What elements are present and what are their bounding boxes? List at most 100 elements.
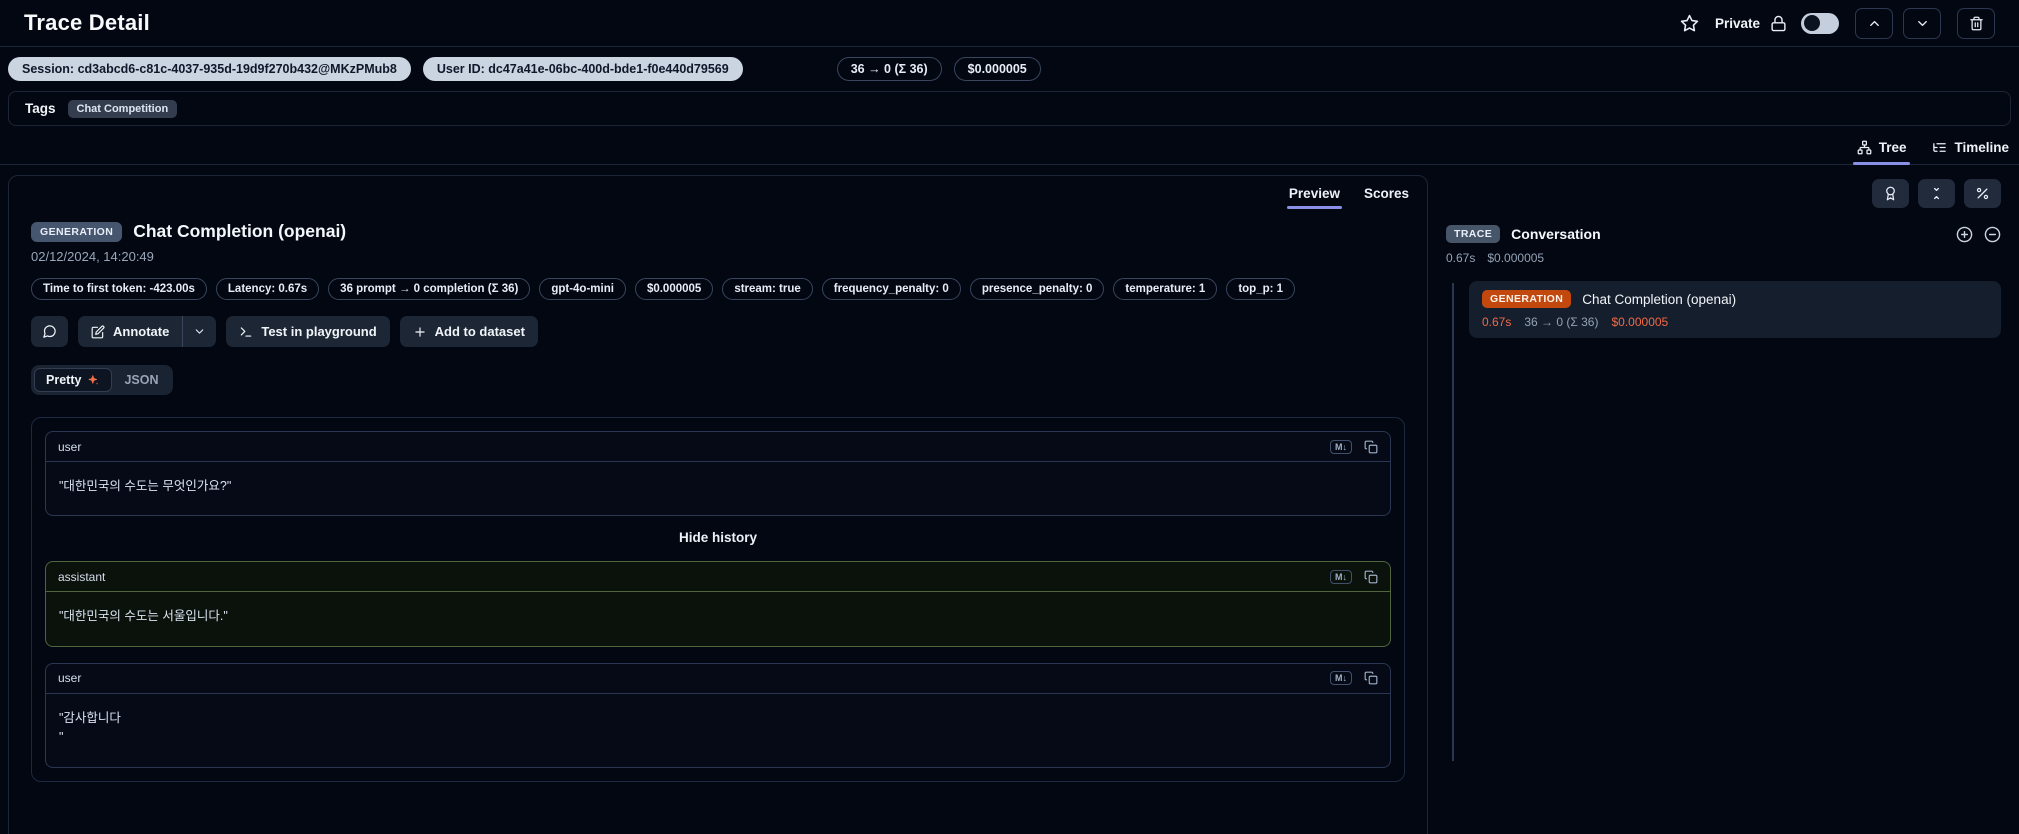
tab-preview[interactable]: Preview <box>1286 186 1343 209</box>
message-header: user M↓ <box>46 664 1390 694</box>
format-pretty-button[interactable]: Pretty <box>34 368 113 392</box>
token-usage-badge: 36 → 0 (Σ 36) <box>836 57 942 81</box>
observation-detail-panel: Preview Scores GENERATION Chat Completio… <box>8 175 1428 834</box>
format-json-button[interactable]: JSON <box>112 368 170 392</box>
generation-type-badge: GENERATION <box>31 221 123 242</box>
trace-meta-row: Session: cd3abcd6-c81c-4037-935d-19d9f27… <box>0 47 2019 89</box>
tab-tree-label: Tree <box>1878 140 1907 155</box>
message-role: user <box>58 439 82 454</box>
generation-badge: GENERATION <box>1482 290 1572 308</box>
annotate-split-button: Annotate <box>78 316 217 347</box>
pill-top-p: top_p: 1 <box>1226 278 1296 300</box>
expand-all-button[interactable] <box>1956 226 1973 243</box>
main-split: Preview Scores GENERATION Chat Completio… <box>0 165 2019 834</box>
trash-icon <box>1969 16 1984 31</box>
copy-icon[interactable] <box>1364 671 1378 685</box>
annotate-edit-icon <box>91 325 105 339</box>
tab-scores[interactable]: Scores <box>1364 186 1409 209</box>
trace-detail-page: Trace Detail Private Session: cd3abcd6-c… <box>0 0 2019 834</box>
timeline-icon <box>1932 140 1947 155</box>
next-trace-button[interactable] <box>1903 7 1941 39</box>
metric-pills: Time to first token: -423.00s Latency: 0… <box>31 278 1381 300</box>
circle-minus-icon <box>1984 226 2001 243</box>
io-messages-container: user M↓ "대한민국의 수도는 무엇인가요?" Hide history <box>31 417 1405 782</box>
pill-model: gpt-4o-mini <box>539 278 626 300</box>
playground-label: Test in playground <box>261 324 377 339</box>
pill-presence-penalty: presence_penalty: 0 <box>969 278 1105 300</box>
annotate-dropdown-button[interactable] <box>183 316 216 347</box>
percent-icon <box>1975 186 1990 201</box>
add-to-dataset-button[interactable]: Add to dataset <box>399 316 538 347</box>
node-cost: $0.000005 <box>1611 315 1669 329</box>
chevron-down-icon <box>1915 16 1930 31</box>
circle-plus-icon <box>1956 226 1973 243</box>
sparkles-icon <box>87 374 100 387</box>
copy-icon[interactable] <box>1364 440 1378 454</box>
message-header: user M↓ <box>46 432 1390 462</box>
tab-timeline[interactable]: Timeline <box>1932 140 2009 164</box>
terminal-icon <box>239 325 253 339</box>
delete-trace-button[interactable] <box>1957 7 1995 39</box>
page-header: Trace Detail Private <box>0 0 2019 47</box>
session-badge[interactable]: Session: cd3abcd6-c81c-4037-935d-19d9f27… <box>8 57 411 81</box>
trace-root-row[interactable]: TRACE Conversation <box>1446 225 2001 243</box>
bookmark-star-button[interactable] <box>1676 10 1703 37</box>
message-role: assistant <box>58 569 106 584</box>
trace-latency: 0.67s <box>1446 251 1476 265</box>
pill-time-to-first-token: Time to first token: -423.00s <box>31 278 207 300</box>
tree-panel-toolbar <box>1446 179 2001 208</box>
privacy-label: Private <box>1714 15 1760 31</box>
chevron-up-icon <box>1867 16 1882 31</box>
copy-icon[interactable] <box>1364 570 1378 584</box>
chevron-down-icon <box>193 325 206 338</box>
dataset-label: Add to dataset <box>434 324 525 339</box>
scores-award-button[interactable] <box>1872 179 1909 208</box>
tree-connector-line <box>1452 283 1454 761</box>
tab-tree[interactable]: Tree <box>1852 140 1911 165</box>
trace-tree-panel: TRACE Conversation 0.67s $0.000005 GENER… <box>1434 175 2011 834</box>
pill-latency: Latency: 0.67s <box>215 278 320 300</box>
panel-tabs: Preview Scores <box>9 176 1427 209</box>
hide-history-row: Hide history <box>45 529 1391 547</box>
user-id-badge[interactable]: User ID: dc47a41e-06bc-400d-bde1-f0e440d… <box>422 57 743 81</box>
pretty-label: Pretty <box>46 373 82 387</box>
hide-history-button[interactable]: Hide history <box>679 530 757 545</box>
message-content: "대한민국의 수도는 무엇인가요?" <box>59 479 232 493</box>
message-user-2: user M↓ "감사합니다 " <box>45 662 1391 768</box>
privacy-toggle[interactable] <box>1801 12 1839 34</box>
node-title: Chat Completion (openai) <box>1582 291 1737 307</box>
markdown-toggle-icon[interactable]: M↓ <box>1330 439 1352 454</box>
message-content: "대한민국의 수도는 서울입니다." <box>59 609 228 624</box>
collapse-tree-button[interactable] <box>1918 179 1955 208</box>
markdown-toggle-icon[interactable]: M↓ <box>1330 569 1352 584</box>
message-assistant: assistant M↓ "대한민국의 수도는 서울입니다." <box>45 561 1391 647</box>
message-user-1: user M↓ "대한민국의 수도는 무엇인가요?" <box>45 431 1391 517</box>
trace-cost: $0.000005 <box>1487 251 1545 265</box>
pill-stream: stream: true <box>722 278 813 300</box>
annotate-label: Annotate <box>113 324 170 339</box>
node-latency: 0.67s <box>1482 315 1512 329</box>
node-metrics: 0.67s 36 → 0 (Σ 36) $0.000005 <box>1482 315 1988 329</box>
plus-icon <box>413 325 427 339</box>
node-tokens: 36 → 0 (Σ 36) <box>1524 315 1599 329</box>
collapse-all-button[interactable] <box>1984 226 2001 243</box>
metrics-percent-button[interactable] <box>1964 179 2001 208</box>
pill-temperature: temperature: 1 <box>1113 278 1218 300</box>
tags-bar: Tags Chat Competition <box>8 91 2011 126</box>
tab-timeline-label: Timeline <box>1954 140 2009 155</box>
comments-button[interactable] <box>31 316 68 347</box>
view-tabs: Tree Timeline <box>0 126 2019 165</box>
observation-title: Chat Completion (openai) <box>133 221 347 241</box>
lock-icon <box>1770 15 1787 32</box>
test-in-playground-button[interactable]: Test in playground <box>226 316 390 347</box>
message-content: "감사합니다 " <box>59 710 121 745</box>
page-title: Trace Detail <box>24 10 150 35</box>
tag-chip[interactable]: Chat Competition <box>67 99 178 118</box>
previous-trace-button[interactable] <box>1855 7 1893 39</box>
trace-type-badge: TRACE <box>1446 225 1501 243</box>
annotate-button[interactable]: Annotate <box>78 316 182 347</box>
tree-node-generation[interactable]: GENERATION Chat Completion (openai) 0.67… <box>1469 281 2001 338</box>
markdown-toggle-icon[interactable]: M↓ <box>1330 671 1352 686</box>
header-actions: Private <box>1676 7 1995 39</box>
message-header: assistant M↓ <box>46 562 1390 593</box>
